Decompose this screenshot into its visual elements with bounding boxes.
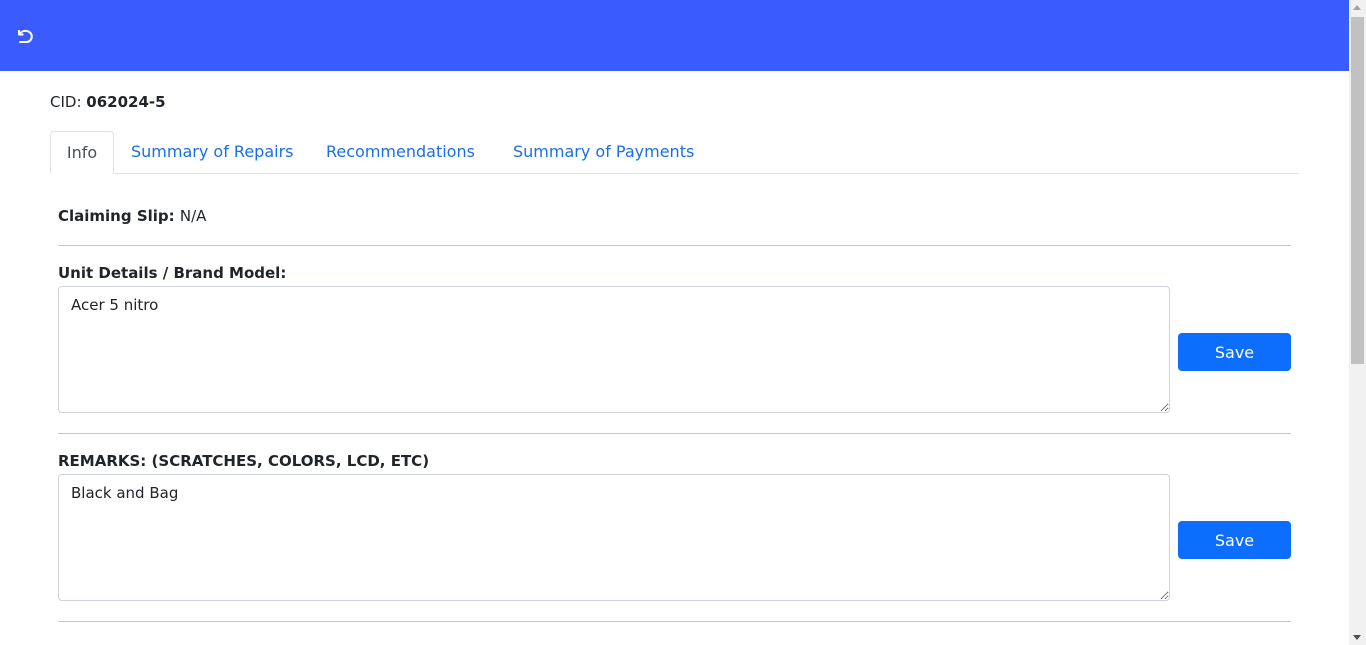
tab-summary-of-payments[interactable]: Summary of Payments bbox=[513, 131, 694, 171]
page: CID: 062024-5 Info Summary of Repairs Re… bbox=[0, 0, 1366, 645]
scroll-down-arrow-icon[interactable] bbox=[1353, 635, 1361, 640]
divider bbox=[58, 433, 1291, 434]
divider bbox=[58, 245, 1291, 246]
unit-details-textarea[interactable] bbox=[58, 286, 1170, 413]
top-header-bar bbox=[0, 0, 1349, 71]
claiming-slip-row: Claiming Slip: N/A bbox=[58, 207, 206, 225]
cid-label: CID: bbox=[50, 93, 82, 111]
claiming-slip-label: Claiming Slip: bbox=[58, 207, 175, 225]
back-button[interactable] bbox=[15, 26, 35, 46]
scrollbar-thumb[interactable] bbox=[1351, 17, 1364, 364]
divider bbox=[58, 621, 1291, 622]
remarks-textarea[interactable] bbox=[58, 474, 1170, 601]
tab-summary-of-repairs[interactable]: Summary of Repairs bbox=[131, 131, 293, 171]
tab-bar: Info Summary of Repairs Recommendations … bbox=[50, 131, 1299, 174]
cid-value: 062024-5 bbox=[86, 93, 166, 111]
save-unit-details-button[interactable]: Save bbox=[1178, 333, 1291, 371]
tab-info[interactable]: Info bbox=[50, 131, 114, 174]
save-remarks-button[interactable]: Save bbox=[1178, 521, 1291, 559]
undo-arrow-icon bbox=[18, 29, 33, 43]
unit-details-label: Unit Details / Brand Model: bbox=[58, 264, 287, 282]
cid-line: CID: 062024-5 bbox=[50, 93, 166, 111]
claiming-slip-value: N/A bbox=[179, 207, 207, 225]
scroll-up-arrow-icon[interactable] bbox=[1353, 5, 1361, 10]
tab-recommendations[interactable]: Recommendations bbox=[326, 131, 475, 171]
vertical-scrollbar[interactable] bbox=[1349, 0, 1366, 645]
remarks-label: REMARKS: (SCRATCHES, COLORS, LCD, ETC) bbox=[58, 452, 430, 470]
